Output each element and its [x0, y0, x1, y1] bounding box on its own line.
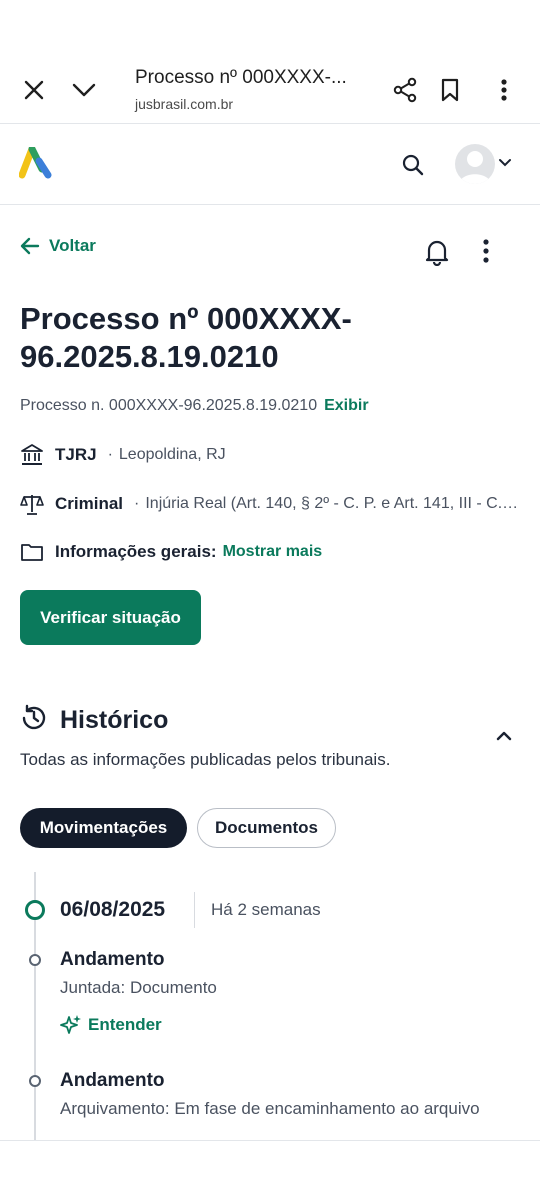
- chevron-down-icon[interactable]: [68, 74, 100, 106]
- jusbrasil-logo[interactable]: [18, 145, 55, 184]
- more-vertical-icon[interactable]: [482, 238, 490, 269]
- process-number-line: Processo n. 000XXXX-96.2025.8.19.0210 Exi…: [20, 397, 369, 415]
- chevron-up-icon[interactable]: [494, 729, 514, 748]
- show-button[interactable]: Exibir: [324, 397, 368, 414]
- browser-page-title: Processo nº 000XXXX-...: [135, 67, 347, 88]
- courthouse-icon: [20, 443, 44, 467]
- court-location: Leopoldina, RJ: [118, 446, 226, 463]
- court-row: TJRJ · Leopoldina, RJ: [20, 443, 520, 467]
- verify-status-button[interactable]: Verificar situação: [20, 590, 201, 645]
- arrow-left-icon: [20, 237, 40, 255]
- explain-button[interactable]: Entender: [60, 1014, 162, 1036]
- avatar[interactable]: [455, 144, 495, 184]
- share-icon[interactable]: [389, 74, 421, 106]
- event-title: Andamento: [60, 949, 165, 970]
- close-icon[interactable]: [18, 74, 50, 106]
- folder-icon: [20, 540, 44, 564]
- bell-icon[interactable]: [424, 238, 450, 271]
- history-subtitle: Todas as informações publicadas pelos tr…: [20, 750, 391, 769]
- timeline-event-marker: [29, 1075, 41, 1087]
- chevron-down-icon[interactable]: [498, 155, 512, 173]
- more-vertical-icon[interactable]: [488, 74, 520, 106]
- site-header: [0, 124, 540, 205]
- back-label: Voltar: [49, 236, 96, 255]
- general-info-label: Informações gerais:: [55, 542, 217, 561]
- court-name: TJRJ: [55, 445, 97, 464]
- scale-icon: [20, 492, 44, 516]
- event-description: Arquivamento: Em fase de encaminhamento …: [60, 1099, 480, 1118]
- page-title: Processo nº 000XXXX-96.2025.8.19.0210: [20, 301, 352, 374]
- timeline-relative-date: Há 2 semanas: [211, 900, 321, 919]
- event-description: Juntada: Documento: [60, 978, 217, 997]
- general-info-row: Informações gerais: Mostrar mais: [20, 540, 520, 564]
- explain-label: Entender: [88, 1015, 162, 1034]
- process-number: Processo n. 000XXXX-96.2025.8.19.0210: [20, 397, 318, 414]
- area-name: Criminal: [55, 494, 124, 513]
- search-icon[interactable]: [397, 149, 429, 181]
- sparkles-icon: [60, 1015, 81, 1034]
- browser-toolbar: Processo nº 000XXXX-... jusbrasil.com.br: [0, 56, 540, 124]
- tab-movimentacoes[interactable]: Movimentações: [20, 808, 187, 848]
- subject: Injúria Real (Art. 140, § 2º - C. P. e A…: [145, 495, 520, 512]
- timeline-date: 06/08/2025: [60, 898, 166, 921]
- timeline-event-marker: [29, 954, 41, 966]
- history-title: Histórico: [60, 706, 169, 734]
- bottom-bar: [0, 1140, 540, 1200]
- history-header: Histórico: [20, 704, 168, 737]
- timeline-date-marker: [25, 900, 45, 920]
- timeline-line: [34, 872, 36, 900]
- tab-documentos[interactable]: Documentos: [197, 808, 336, 848]
- bookmark-icon[interactable]: [434, 74, 466, 106]
- browser-url: jusbrasil.com.br: [135, 96, 234, 112]
- back-button[interactable]: Voltar: [20, 236, 96, 256]
- history-icon: [20, 704, 48, 737]
- area-row: Criminal · Injúria Real (Art. 140, § 2º …: [20, 492, 520, 516]
- show-more-link[interactable]: Mostrar mais: [223, 543, 323, 561]
- event-title: Andamento: [60, 1070, 165, 1091]
